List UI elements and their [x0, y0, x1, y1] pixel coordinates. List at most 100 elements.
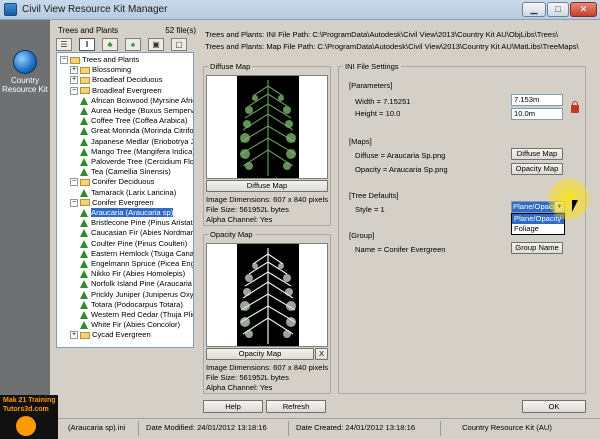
tree-plant-item[interactable]: Eastern Hemlock (Tsuga Canad — [80, 249, 193, 259]
tree-icon — [80, 280, 88, 289]
tree-item-label: Engelmann Spruce (Picea Engel — [91, 259, 194, 268]
tree-plant-item[interactable]: Aurea Hedge (Buxus Sempervir — [80, 106, 193, 116]
tree-plant-item[interactable]: Paloverde Tree (Cercidium Flori — [80, 157, 193, 167]
title-bar: Civil View Resource Kit Manager ▁ □ ✕ — [0, 0, 600, 20]
close-button[interactable]: ✕ — [570, 2, 597, 17]
width-text: Width = 7.15251 — [355, 97, 411, 106]
tree-folder-item[interactable]: − Conifer Deciduous — [70, 177, 154, 187]
tree-view[interactable]: − Trees and Plants + Blossoming + Broadleaf D… — [56, 52, 194, 348]
nav-sidebar: Country Resource Kit — [0, 20, 50, 418]
tree-plant-item[interactable]: Norfolk Island Pine (Araucaria h — [80, 279, 193, 289]
width-input[interactable]: 7.153m — [511, 94, 563, 106]
tree-item-label: Caucasian Fir (Abies Nordmann — [91, 228, 194, 238]
height-input[interactable]: 10.0m — [511, 108, 563, 120]
height-text: Height = 10.0 — [355, 109, 401, 118]
diffuse-setting-text: Diffuse = Araucaria Sp.png — [355, 151, 446, 160]
maps-header: [Maps] — [349, 137, 372, 146]
tree-icon — [80, 300, 88, 309]
tree-folder-item[interactable]: − Broadleaf Evergreen — [70, 86, 162, 96]
expand-icon[interactable]: + — [70, 331, 78, 340]
tree-plant-item[interactable]: Great Morinda (Morinda Citrifoli — [80, 126, 193, 136]
tree-plant-item[interactable]: White Fir (Abies Concolor) — [80, 320, 180, 330]
column-icon[interactable]: ‖ — [79, 38, 95, 51]
tree-folder-item[interactable]: − Trees and Plants — [60, 55, 139, 65]
clear-opacity-button[interactable]: X — [315, 348, 328, 360]
help-button[interactable]: Help — [203, 400, 263, 413]
tree-item-label: Nikko Fir (Abies Homolepis) — [91, 269, 186, 279]
lock-icon[interactable] — [571, 101, 579, 113]
list-icon[interactable]: ☰ — [56, 38, 72, 51]
nav-item-country-resource-kit[interactable]: Country Resource Kit — [2, 50, 48, 94]
opacity-file-size: File Size: 561952L bytes — [206, 373, 289, 382]
collapse-icon[interactable]: − — [70, 86, 78, 95]
tree-icon[interactable]: ♣ — [102, 38, 118, 51]
tree-plant-item[interactable]: Coulter Pine (Pinus Coulteri) — [80, 239, 187, 249]
tree-icon — [80, 229, 88, 238]
file-count: 52 file(s) — [165, 26, 196, 35]
tree-icon — [80, 107, 88, 115]
image-icon[interactable]: ▣ — [148, 38, 164, 51]
diffuse-map-button[interactable]: Diffuse Map — [206, 180, 328, 192]
tree-plant-item[interactable]: Tea (Camellia Sinensis) — [80, 167, 171, 177]
minimize-button[interactable]: ▁ — [522, 2, 546, 17]
palm-icon[interactable]: ♠ — [125, 38, 141, 51]
tree-plant-item[interactable]: Engelmann Spruce (Picea Engel — [80, 259, 194, 269]
collapse-icon[interactable]: − — [60, 56, 68, 64]
tree-icon — [80, 188, 88, 197]
tree-icon — [80, 239, 88, 248]
ini-settings-group-label: INI File Settings — [343, 62, 401, 71]
tree-item-label: Prickly Juniper (Juniperus Oxyc — [91, 289, 194, 299]
expand-icon[interactable]: + — [70, 76, 78, 85]
tree-defaults-header: [Tree Defaults] — [349, 191, 399, 200]
tree-folder-item[interactable]: − Conifer Evergreen — [70, 198, 154, 208]
tree-item-label: Araucaria (Araucaria sp) — [91, 208, 174, 217]
tree-plant-item[interactable]: Coffee Tree (Coffea Arabica) — [80, 116, 187, 126]
tree-item-label: Coffee Tree (Coffea Arabica) — [91, 116, 188, 126]
tree-plant-item[interactable]: Caucasian Fir (Abies Nordmann — [80, 228, 194, 238]
tree-plant-item[interactable]: Tamarack (Larix Laricina) — [80, 188, 176, 198]
refresh-button[interactable]: Refresh — [266, 400, 326, 413]
group-name-button[interactable]: Group Name — [511, 242, 563, 254]
tree-plant-item[interactable]: Nikko Fir (Abies Homolepis) — [80, 269, 185, 279]
tree-item-label: Conifer Deciduous — [92, 177, 155, 187]
watermark-line1: Mak 21 Training — [3, 397, 56, 404]
tree-item-label: Bristlecone Pine (Pinus Aristata — [91, 218, 194, 228]
expand-icon[interactable]: + — [70, 66, 78, 75]
tree-panel-header: Trees and Plants 52 file(s) — [56, 26, 196, 38]
tree-item-label: Conifer Evergreen — [92, 197, 154, 207]
cursor-highlight — [548, 178, 590, 220]
status-kit: Country Resource Kit (AU) — [462, 423, 552, 432]
tree-plant-item[interactable]: Japanese Medlar (Eriobotrya Ja — [80, 137, 193, 147]
ini-opacity-map-button[interactable]: Opacity Map — [511, 163, 563, 175]
tree-plant-item[interactable]: Araucaria (Araucaria sp) — [80, 208, 174, 218]
status-separator — [288, 421, 289, 436]
tree-plant-item[interactable]: Totara (Podocarpus Totara) — [80, 300, 183, 310]
tree-folder-item[interactable]: + Blossoming — [70, 65, 131, 75]
folder-icon — [70, 56, 80, 64]
tree-plant-item[interactable]: Mango Tree (Mangifera Indica) — [80, 147, 193, 157]
tree-plant-item[interactable]: Prickly Juniper (Juniperus Oxyc — [80, 289, 194, 300]
opacity-map-button[interactable]: Opacity Map — [206, 348, 314, 360]
ini-diffuse-map-button[interactable]: Diffuse Map — [511, 148, 563, 160]
status-bar: (Araucaria sp).ini Date Modified: 24/01/… — [0, 418, 600, 439]
tree-item-label: Broadleaf Evergreen — [92, 85, 162, 95]
tree-plant-item[interactable]: African Boxwood (Myrsine Afric — [80, 96, 193, 106]
collapse-icon[interactable]: − — [70, 178, 78, 187]
tree-folder-item[interactable]: + Cycad Evergreen — [70, 330, 151, 340]
collapse-icon[interactable]: − — [70, 198, 78, 207]
folder-icon — [80, 178, 90, 186]
status-file: (Araucaria sp).ini — [68, 423, 126, 432]
status-separator — [440, 421, 441, 436]
map-file-path: Trees and Plants: Map File Path: C:\Prog… — [205, 42, 579, 51]
tree-plant-item[interactable]: Western Red Cedar (Thuja Plic — [80, 310, 193, 320]
diffuse-map-group-label: Diffuse Map — [208, 62, 253, 71]
window-title: Civil View Resource Kit Manager — [22, 4, 168, 15]
ok-button[interactable]: OK — [522, 400, 586, 413]
maximize-button[interactable]: □ — [547, 2, 569, 17]
style-option[interactable]: Foliage — [512, 224, 564, 234]
app-icon — [4, 3, 17, 16]
tree-plant-item[interactable]: Bristlecone Pine (Pinus Aristata — [80, 218, 194, 228]
tree-folder-item[interactable]: + Broadleaf Deciduous — [70, 75, 163, 85]
blank-icon[interactable]: ▢ — [171, 38, 187, 51]
folder-icon — [80, 87, 90, 95]
